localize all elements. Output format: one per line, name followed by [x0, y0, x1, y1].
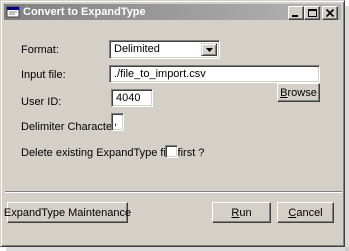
user-id-field[interactable]: 4040 [111, 89, 153, 107]
delimiter-label: Delimiter Character: [21, 121, 119, 133]
maximize-icon [308, 9, 317, 17]
input-file-value: ./file_to_import.csv [114, 68, 206, 80]
cancel-button[interactable]: Cancel [277, 202, 334, 223]
title-bar[interactable]: Convert to ExpandType [4, 4, 341, 20]
maximize-button[interactable] [304, 6, 320, 20]
footer-divider [5, 191, 342, 193]
close-button[interactable] [322, 6, 338, 20]
minimize-button[interactable] [288, 6, 304, 20]
expandtype-maintenance-button[interactable]: ExpandType Maintenance [3, 202, 132, 223]
browse-accelerator: B [280, 86, 288, 99]
input-file-field[interactable]: ./file_to_import.csv [109, 65, 320, 83]
run-button[interactable]: Run [212, 202, 271, 223]
browse-label: rowse [287, 86, 317, 99]
cancel-label: ancel [296, 206, 323, 219]
window-title: Convert to ExpandType [23, 6, 146, 18]
delimiter-value: , [114, 116, 118, 128]
app-form-icon [6, 5, 20, 19]
format-label: Format: [21, 44, 59, 56]
maintenance-label: ExpandType Maintenance [3, 206, 132, 219]
browse-button[interactable]: Browse [277, 83, 320, 102]
convert-dialog-window: Convert to ExpandType Format: Delimited [0, 0, 345, 247]
delete-existing-checkbox[interactable] [165, 145, 178, 158]
window-shadow-right [345, 6, 349, 251]
minimize-icon [292, 15, 298, 17]
chevron-down-icon [206, 48, 213, 52]
window-shadow-bottom [6, 247, 349, 251]
delimiter-field[interactable]: , [111, 113, 124, 131]
run-label: un [239, 206, 252, 219]
format-value: Delimited [114, 43, 160, 55]
close-icon [325, 8, 335, 18]
format-select[interactable]: Delimited [109, 40, 220, 59]
format-dropdown-button[interactable] [201, 43, 217, 56]
input-file-label: Input file: [21, 69, 66, 81]
user-id-label: User ID: [21, 96, 62, 108]
user-id-value: 4040 [116, 92, 141, 104]
